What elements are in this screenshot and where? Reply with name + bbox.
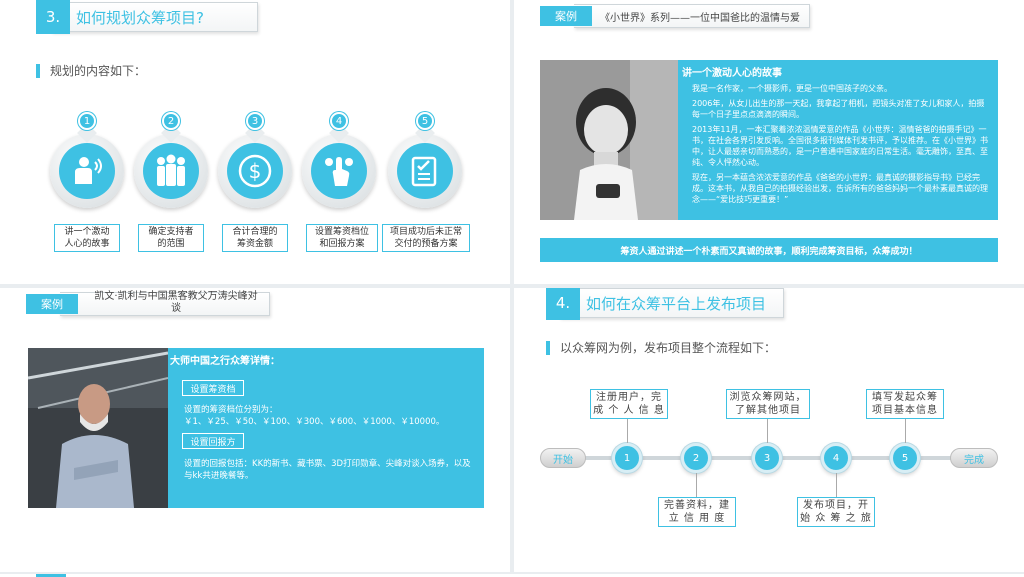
slide-case-small-world: 案例 《小世界》系列——一位中国爸比的温情与爱 讲一个激动人心的故事 我是一名作… (514, 0, 1024, 284)
girl-photo (540, 60, 678, 220)
section-title: 如何在众筹平台上发布项目 (586, 295, 767, 313)
case-title: 《小世界》系列——一位中国爸比的温情与爱 (600, 13, 800, 24)
step-drop-5: 5 (388, 112, 462, 216)
checklist-icon (397, 143, 453, 199)
slide-publish-project: 4. 如何在众筹平台上发布项目 以众筹网为例，发布项目整个流程如下： 开始 完成… (514, 288, 1024, 572)
panel-heading: 大师中国之行众筹详情： (170, 356, 280, 367)
flow-box-browse: 浏览众筹网站， 了解其他项目 (726, 389, 810, 419)
tier-label: 设置筹资档 (182, 380, 244, 396)
details-panel: 大师中国之行众筹详情： (168, 348, 484, 508)
flow-box-register: 注册用户，完成 个 人 信 息 (590, 389, 668, 419)
step-caption-5: 项目成功后未正常 交付的预备方案 (382, 224, 470, 252)
slide-case-kevin-kelly: 案例 凯文·凯利与中国黑客教父万涛尖峰对谈 大师中国之行众筹详情： 设置筹资档 … (0, 288, 510, 572)
slide-plan-crowdfunding: 3. 如何规划众筹项目? 规划的内容如下： 1 2 3 $ 4 5 讲一个激动 … (0, 0, 510, 284)
people-group-icon (143, 143, 199, 199)
step-drop-1: 1 (50, 112, 124, 216)
step-number: 1 (78, 112, 96, 130)
flow-box-publish: 发布项目，开始 众 筹 之 旅 (797, 497, 875, 527)
story-paragraph-4: 现在，另一本蕴含浓浓爱意的作品《爸爸的小世界：最真诚的摄影指导书》已经完成。这本… (692, 173, 988, 204)
flow-step-3: 3 (752, 443, 782, 473)
dollar-coin-icon: $ (227, 143, 283, 199)
step-caption-2: 确定支持者 的范围 (138, 224, 204, 252)
hand-tap-icon (311, 143, 367, 199)
case-tag: 案例 (540, 6, 592, 26)
start-pill: 开始 (540, 448, 586, 468)
connector (696, 473, 697, 497)
step-caption-4: 设置筹资档位 和回报方案 (306, 224, 378, 252)
reward-label: 设置回报方 (182, 433, 244, 449)
story-panel: 讲一个激动人心的故事 我是一名作家，一个摄影师，更是一位中国孩子的父亲。 200… (678, 60, 998, 220)
tier-text: 设置的筹资档位分别为：￥1、￥25、￥50、￥100、￥300、￥600、￥10… (184, 405, 445, 427)
step-drop-3: 3 $ (218, 112, 292, 216)
step-caption-3: 合计合理的 筹资金额 (222, 224, 288, 252)
story-paragraph-3: 2013年11月，一本汇聚着浓浓温情爱意的作品《小世界：温情爸爸的拍摄手记》一书… (692, 125, 988, 167)
lead-text: 以众筹网为例，发布项目整个流程如下： (546, 341, 776, 355)
flow-step-5: 5 (890, 443, 920, 473)
step-drop-2: 2 (134, 112, 208, 216)
summary-bar: 筹资人通过讲述一个朴素而又真诚的故事，顺利完成筹资目标，众筹成功！ (540, 238, 998, 262)
step-number: 2 (162, 112, 180, 130)
connector (836, 473, 837, 497)
lead-text: 规划的内容如下： (36, 64, 146, 78)
connector (767, 418, 768, 443)
connector (905, 418, 906, 443)
section-number: 4. (546, 288, 580, 320)
section-title: 如何规划众筹项目? (76, 9, 204, 27)
step-number: 5 (416, 112, 434, 130)
speaker-person-icon (59, 143, 115, 199)
flow-box-credit: 完善资料，建立 信 用 度 (658, 497, 736, 527)
case-title: 凯文·凯利与中国黑客教父万涛尖峰对谈 (94, 291, 258, 314)
flow-step-2: 2 (681, 443, 711, 473)
reward-text: 设置的回报包括：KK的新书、藏书票、3D打印勋章、尖峰对谈入场券，以及与kk共进… (184, 459, 471, 481)
story-paragraph-2: 2006年，从女儿出生的那一天起，我拿起了相机，把镜头对准了女儿和家人，拍摄每一… (692, 99, 985, 119)
section-number: 3. (36, 0, 70, 34)
case-tag: 案例 (26, 294, 78, 314)
step-caption-1: 讲一个激动 人心的故事 (54, 224, 120, 252)
svg-text:$: $ (249, 159, 262, 183)
flow-step-1: 1 (612, 443, 642, 473)
story-paragraph-1: 我是一名作家，一个摄影师，更是一位中国孩子的父亲。 (692, 84, 892, 93)
panel-heading: 讲一个激动人心的故事 (682, 68, 782, 79)
step-number: 3 (246, 112, 264, 130)
speaker-photo (28, 348, 168, 508)
step-number: 4 (330, 112, 348, 130)
end-pill: 完成 (950, 448, 998, 468)
flow-step-4: 4 (821, 443, 851, 473)
flow-box-fill-info: 填写发起众筹 项目基本信息 (866, 389, 944, 419)
step-drop-4: 4 (302, 112, 376, 216)
connector (627, 418, 628, 443)
